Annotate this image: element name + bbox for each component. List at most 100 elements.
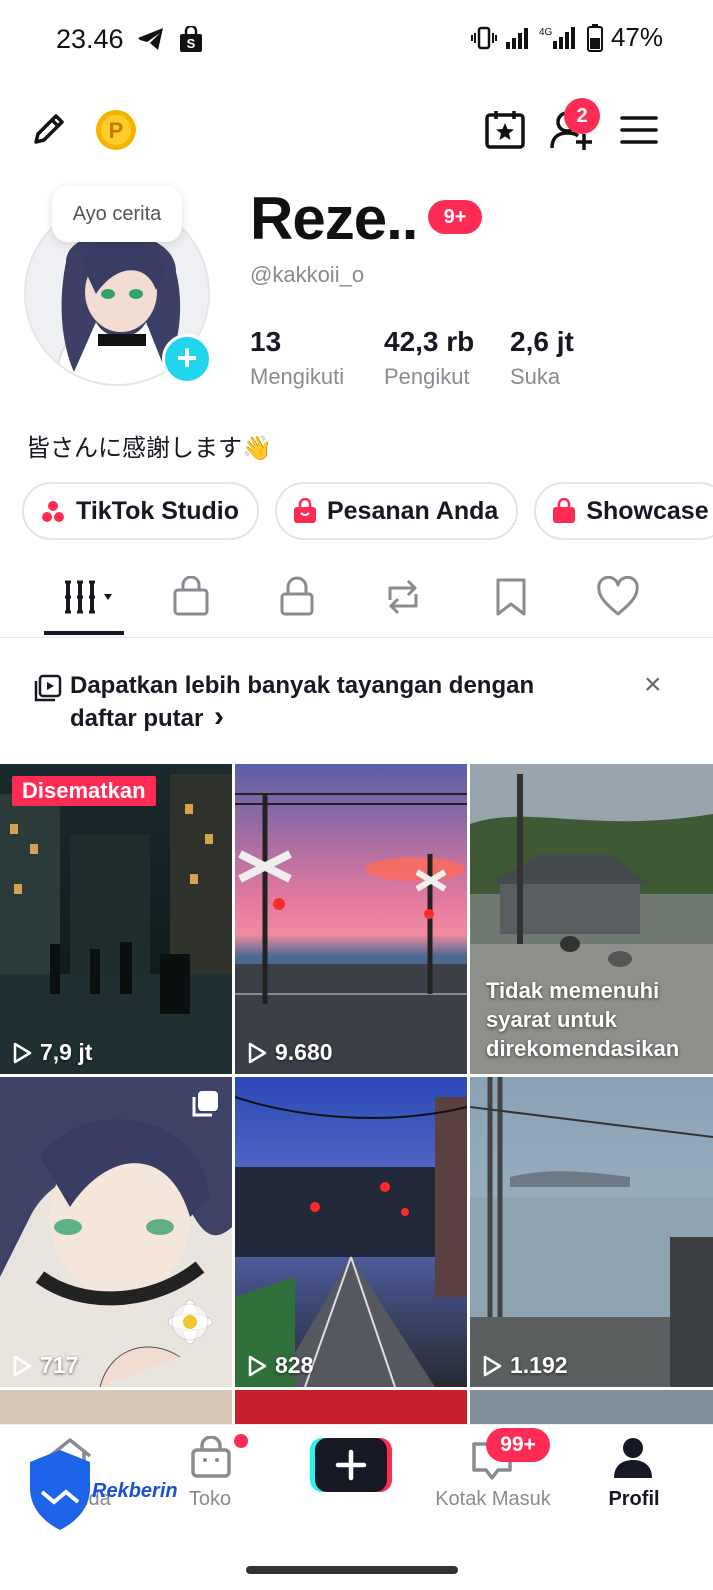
inbox-badge: 99+ <box>486 1428 550 1462</box>
profile-tabs <box>0 562 713 638</box>
tiktok-studio-button[interactable]: TikTok Studio <box>22 482 259 540</box>
stat-likes-label: Suka <box>510 364 561 389</box>
video-tile[interactable]: 717 <box>0 1077 232 1387</box>
profile-bio: 皆さんに感謝します👋 <box>26 435 272 462</box>
play-icon <box>13 1355 32 1376</box>
view-count: 717 <box>12 1352 78 1379</box>
nav-profile-label[interactable]: Profil <box>596 1488 672 1511</box>
stat-likes[interactable]: 2,6 jt Suka <box>510 326 574 390</box>
menu-hamburger-icon[interactable] <box>620 114 658 146</box>
story-prompt-bubble[interactable]: Ayo cerita <box>52 186 182 242</box>
active-tab-indicator <box>44 631 124 635</box>
playlist-banner-message: Dapatkan lebih banyak tayangan dengan da… <box>70 672 535 732</box>
telegram-icon <box>138 28 163 50</box>
video-tile[interactable]: 9.680 <box>235 764 467 1074</box>
play-icon <box>13 1042 32 1063</box>
svg-text:P: P <box>109 118 124 143</box>
view-count-text: 7,9 jt <box>40 1039 93 1065</box>
studio-icon <box>42 501 64 522</box>
video-thumbnail <box>0 1077 232 1387</box>
profile-display-name: Reze.. <box>250 185 418 252</box>
stat-likes-value: 2,6 jt <box>510 326 574 357</box>
showcase-icon <box>553 498 576 523</box>
playlist-banner-text: Dapatkan lebih banyak tayangan dengan da… <box>70 670 590 734</box>
video-tile[interactable]: Disematkan 7,9 jt <box>0 764 232 1074</box>
not-recommended-notice: Tidak memenuhi syarat untuk direkomendas… <box>486 978 680 1061</box>
play-icon <box>483 1355 502 1376</box>
view-count: 9.680 <box>247 1039 333 1066</box>
nav-inbox-label[interactable]: Kotak Masuk <box>420 1488 566 1511</box>
video-thumbnail <box>0 764 232 1074</box>
edit-pencil-icon[interactable] <box>28 108 70 150</box>
video-thumbnail <box>470 1077 713 1387</box>
create-plus-button[interactable] <box>310 1438 392 1492</box>
playlist-banner[interactable]: Dapatkan lebih banyak tayangan dengan da… <box>0 640 713 764</box>
signal-icon <box>505 27 528 49</box>
view-count-text: 828 <box>275 1352 314 1378</box>
bag-icon <box>293 498 316 523</box>
view-count: 7,9 jt <box>12 1039 92 1066</box>
pinned-label: Disematkan <box>12 776 156 806</box>
profile-username: @kakkoii_o <box>250 262 365 287</box>
video-tile[interactable]: 828 <box>235 1077 467 1387</box>
stat-followers-value: 42,3 rb <box>384 326 475 357</box>
video-tile[interactable] <box>470 1390 713 1424</box>
video-tile[interactable]: 1.192 <box>470 1077 713 1387</box>
svg-text:S: S <box>187 36 196 51</box>
tab-favorites-bookmark-icon[interactable] <box>494 576 528 618</box>
tiktok-studio-label: TikTok Studio <box>76 496 239 525</box>
view-count: 1.192 <box>482 1352 568 1379</box>
vibrate-icon <box>470 26 497 49</box>
your-orders-button[interactable]: Pesanan Anda <box>274 482 519 540</box>
profile-shortcuts: TikTok Studio Pesanan Anda Showcase <box>22 482 713 540</box>
stat-following[interactable]: 13 Mengikuti <box>250 326 344 390</box>
photo-carousel-icon <box>192 1091 218 1117</box>
tab-repost-icon[interactable] <box>382 576 424 618</box>
view-count: 828 <box>247 1352 313 1379</box>
stat-following-value: 13 <box>250 326 282 357</box>
nav-shop-label[interactable]: Toko <box>170 1488 250 1511</box>
status-right: 4G 47% <box>470 22 663 53</box>
svg-text:4G: 4G <box>539 27 553 38</box>
video-tile[interactable]: Tidak memenuhi syarat untuk direkomendas… <box>470 764 713 1074</box>
tab-videos-grid-icon[interactable] <box>62 576 122 618</box>
video-thumbnail <box>235 1077 467 1387</box>
tab-private-lock-icon[interactable] <box>278 576 316 618</box>
view-count-text: 9.680 <box>275 1039 333 1065</box>
video-thumbnail <box>235 764 467 1074</box>
stat-followers-label: Pengikut <box>384 364 470 389</box>
calendar-star-icon[interactable] <box>484 108 526 150</box>
tab-liked-heart-icon[interactable] <box>596 576 640 618</box>
play-icon <box>248 1042 267 1063</box>
battery-icon <box>586 23 603 52</box>
chevron-right-icon: › <box>214 700 225 733</box>
rekberin-watermark: Rekberin <box>92 1480 178 1502</box>
coins-icon[interactable]: P <box>94 108 138 152</box>
notification-badge[interactable]: 9+ <box>428 200 482 234</box>
friend-request-badge: 2 <box>564 98 600 134</box>
rekberin-shield-logo <box>30 1450 90 1530</box>
profile-person-icon[interactable] <box>612 1436 654 1480</box>
stat-following-label: Mengikuti <box>250 364 345 389</box>
view-count-text: 717 <box>40 1352 79 1378</box>
play-icon <box>248 1355 267 1376</box>
stat-followers[interactable]: 42,3 rb Pengikut <box>384 326 474 390</box>
status-bar: 23.46 S 4G 47% <box>0 0 713 78</box>
close-banner-icon[interactable]: × <box>644 668 662 702</box>
signal-4g-icon: 4G <box>539 26 575 49</box>
status-time: 23.46 <box>56 24 124 54</box>
battery-level: 47% <box>610 22 663 52</box>
your-orders-label: Pesanan Anda <box>326 496 499 525</box>
showcase-label: Showcase <box>586 496 709 525</box>
tab-shop-bag-icon[interactable] <box>172 576 210 618</box>
video-tile[interactable] <box>235 1390 467 1424</box>
playlist-icon <box>34 674 62 702</box>
system-home-indicator[interactable] <box>246 1566 458 1574</box>
view-count-text: 1.192 <box>510 1352 568 1378</box>
shopping-bag-icon: S <box>180 26 202 52</box>
shop-bag-icon[interactable] <box>190 1436 232 1480</box>
shop-notification-dot <box>234 1434 248 1448</box>
showcase-button[interactable]: Showcase <box>534 482 713 540</box>
video-tile[interactable] <box>0 1390 232 1424</box>
add-story-button[interactable]: + <box>162 334 212 384</box>
